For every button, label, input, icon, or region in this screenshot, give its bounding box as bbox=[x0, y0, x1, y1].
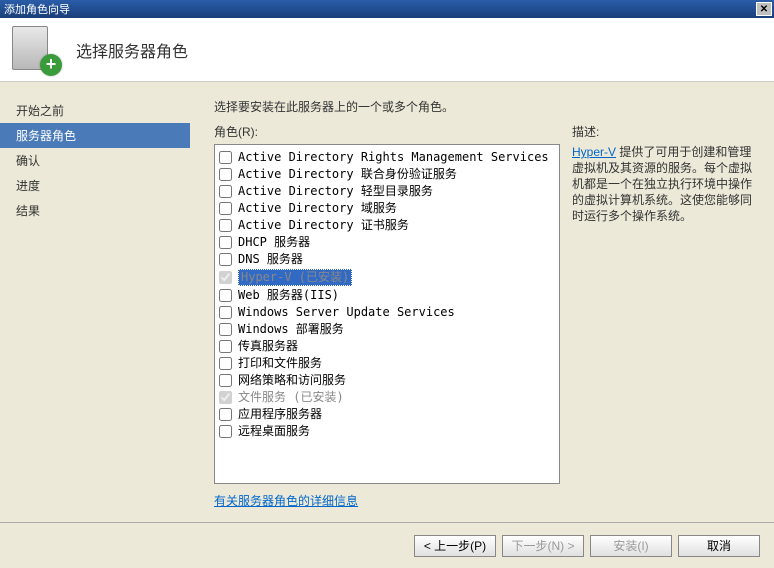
role-item[interactable]: 网络策略和访问服务 bbox=[217, 372, 557, 389]
role-label: DNS 服务器 bbox=[238, 252, 303, 267]
role-label: 传真服务器 bbox=[238, 339, 298, 354]
role-item[interactable]: 传真服务器 bbox=[217, 338, 557, 355]
role-item[interactable]: Active Directory 证书服务 bbox=[217, 217, 557, 234]
role-label: 网络策略和访问服务 bbox=[238, 373, 346, 388]
role-item[interactable]: DHCP 服务器 bbox=[217, 234, 557, 251]
role-item[interactable]: 远程桌面服务 bbox=[217, 423, 557, 440]
role-item[interactable]: Active Directory 域服务 bbox=[217, 200, 557, 217]
role-item[interactable]: Windows Server Update Services bbox=[217, 304, 557, 321]
description-label: 描述: bbox=[572, 123, 762, 140]
role-item: Hyper-V (已安装) bbox=[217, 268, 557, 287]
sidebar-step[interactable]: 进度 bbox=[0, 173, 190, 198]
more-info-link[interactable]: 有关服务器角色的详细信息 bbox=[214, 492, 358, 509]
role-checkbox[interactable] bbox=[219, 357, 232, 370]
role-label: Active Directory 证书服务 bbox=[238, 218, 409, 233]
wizard-steps-sidebar: 开始之前服务器角色确认进度结果 bbox=[0, 82, 190, 522]
role-checkbox[interactable] bbox=[219, 236, 232, 249]
role-label: Windows Server Update Services bbox=[238, 305, 455, 320]
install-button[interactable]: 安装(I) bbox=[590, 535, 672, 557]
window-title: 添加角色向导 bbox=[4, 1, 756, 17]
description-link[interactable]: Hyper-V bbox=[572, 145, 616, 159]
role-item[interactable]: Active Directory Rights Management Servi… bbox=[217, 149, 557, 166]
role-item[interactable]: Active Directory 轻型目录服务 bbox=[217, 183, 557, 200]
role-checkbox[interactable] bbox=[219, 340, 232, 353]
role-label: Windows 部署服务 bbox=[238, 322, 344, 337]
role-checkbox[interactable] bbox=[219, 306, 232, 319]
role-label: Active Directory 域服务 bbox=[238, 201, 397, 216]
role-label: Web 服务器(IIS) bbox=[238, 288, 339, 303]
wizard-footer: < 上一步(P) 下一步(N) > 安装(I) 取消 bbox=[0, 522, 774, 568]
role-checkbox[interactable] bbox=[219, 168, 232, 181]
role-checkbox bbox=[219, 391, 232, 404]
sidebar-step[interactable]: 结果 bbox=[0, 198, 190, 223]
role-checkbox[interactable] bbox=[219, 425, 232, 438]
role-label: 应用程序服务器 bbox=[238, 407, 322, 422]
role-checkbox[interactable] bbox=[219, 408, 232, 421]
role-item[interactable]: Active Directory 联合身份验证服务 bbox=[217, 166, 557, 183]
role-item[interactable]: Web 服务器(IIS) bbox=[217, 287, 557, 304]
main-panel: 选择要安装在此服务器上的一个或多个角色。 角色(R): Active Direc… bbox=[190, 82, 774, 522]
role-checkbox[interactable] bbox=[219, 202, 232, 215]
role-checkbox[interactable] bbox=[219, 374, 232, 387]
prev-button[interactable]: < 上一步(P) bbox=[414, 535, 496, 557]
wizard-header: + 选择服务器角色 bbox=[0, 18, 774, 82]
role-item: 文件服务 (已安装) bbox=[217, 389, 557, 406]
role-label: 文件服务 (已安装) bbox=[238, 390, 344, 405]
role-label: 远程桌面服务 bbox=[238, 424, 310, 439]
role-item[interactable]: DNS 服务器 bbox=[217, 251, 557, 268]
cancel-button[interactable]: 取消 bbox=[678, 535, 760, 557]
role-label: 打印和文件服务 bbox=[238, 356, 322, 371]
role-label: DHCP 服务器 bbox=[238, 235, 310, 250]
role-checkbox[interactable] bbox=[219, 289, 232, 302]
sidebar-step[interactable]: 服务器角色 bbox=[0, 123, 190, 148]
sidebar-step[interactable]: 开始之前 bbox=[0, 98, 190, 123]
page-title: 选择服务器角色 bbox=[76, 38, 188, 62]
role-item[interactable]: 打印和文件服务 bbox=[217, 355, 557, 372]
role-label: Hyper-V (已安装) bbox=[238, 269, 352, 286]
role-item[interactable]: Windows 部署服务 bbox=[217, 321, 557, 338]
role-checkbox[interactable] bbox=[219, 219, 232, 232]
role-checkbox bbox=[219, 271, 232, 284]
role-label: Active Directory Rights Management Servi… bbox=[238, 150, 549, 165]
roles-list[interactable]: Active Directory Rights Management Servi… bbox=[214, 144, 560, 484]
instruction-text: 选择要安装在此服务器上的一个或多个角色。 bbox=[214, 98, 762, 115]
server-role-icon: + bbox=[12, 26, 60, 74]
description-text: Hyper-V 提供了可用于创建和管理虚拟机及其资源的服务。每个虚拟机都是一个在… bbox=[572, 144, 762, 224]
role-checkbox[interactable] bbox=[219, 185, 232, 198]
role-item[interactable]: 应用程序服务器 bbox=[217, 406, 557, 423]
role-checkbox[interactable] bbox=[219, 323, 232, 336]
role-checkbox[interactable] bbox=[219, 151, 232, 164]
roles-label: 角色(R): bbox=[214, 123, 560, 140]
role-checkbox[interactable] bbox=[219, 253, 232, 266]
titlebar: 添加角色向导 ✕ bbox=[0, 0, 774, 18]
close-button[interactable]: ✕ bbox=[756, 2, 772, 16]
next-button[interactable]: 下一步(N) > bbox=[502, 535, 584, 557]
role-label: Active Directory 联合身份验证服务 bbox=[238, 167, 457, 182]
sidebar-step[interactable]: 确认 bbox=[0, 148, 190, 173]
role-label: Active Directory 轻型目录服务 bbox=[238, 184, 433, 199]
